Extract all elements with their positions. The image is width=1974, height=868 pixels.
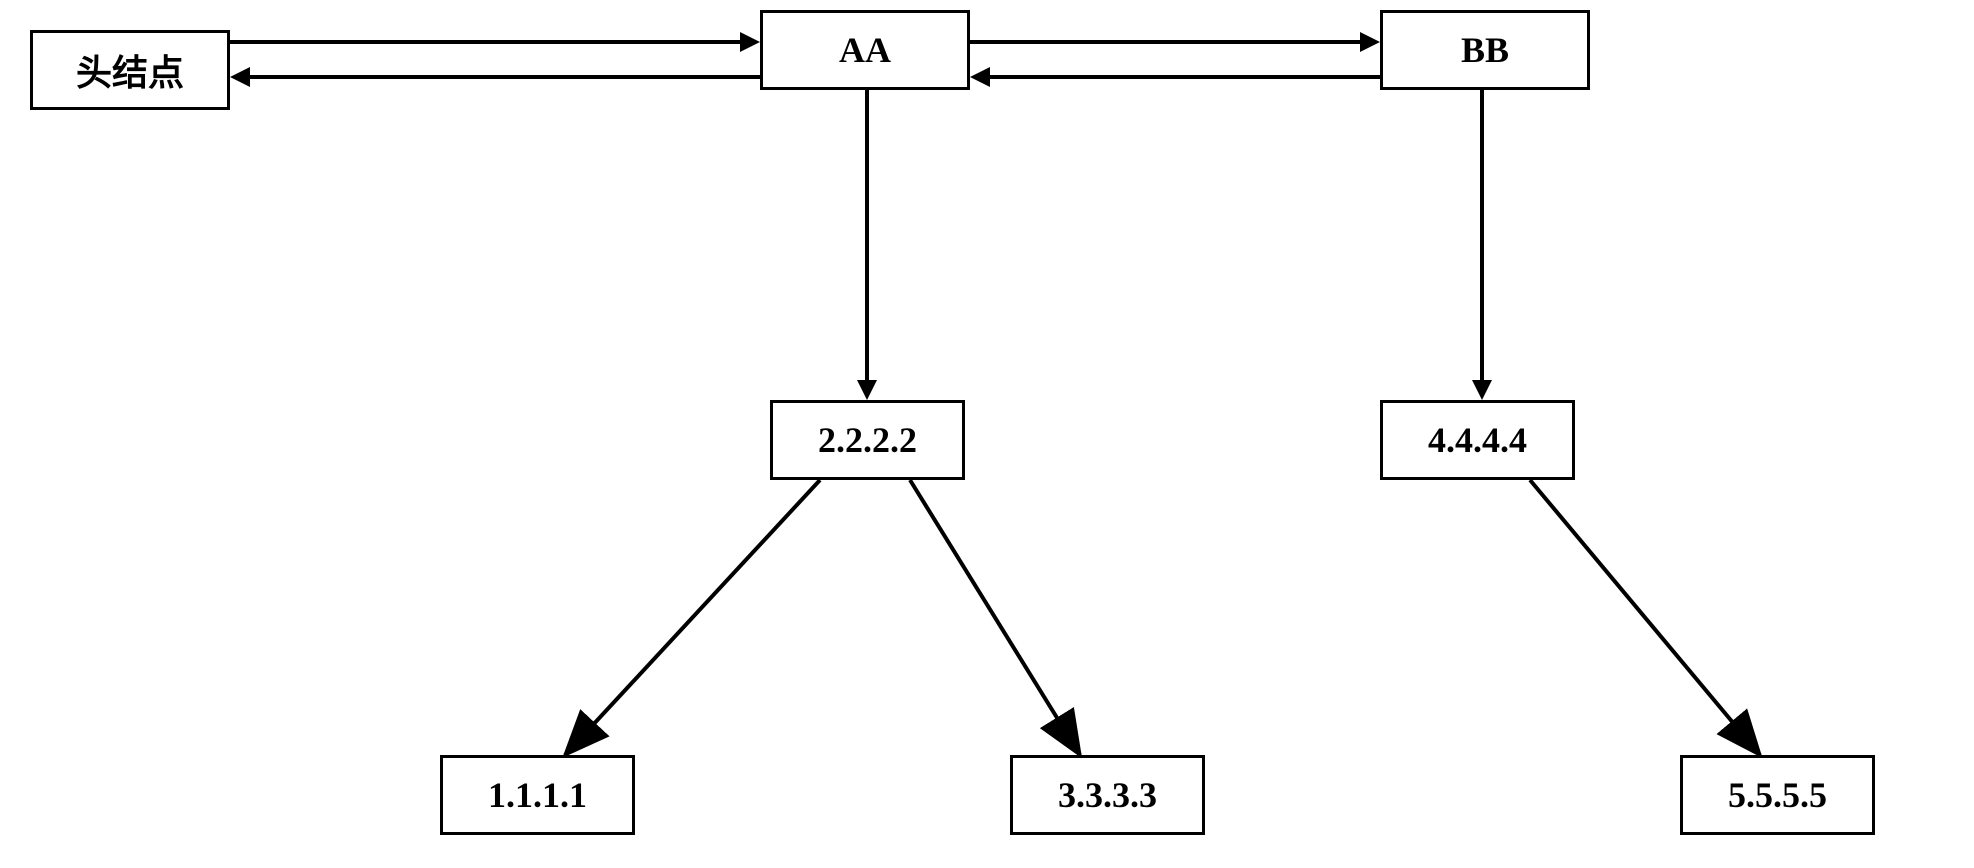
n4444-to-5555-arrow [0, 0, 1974, 868]
